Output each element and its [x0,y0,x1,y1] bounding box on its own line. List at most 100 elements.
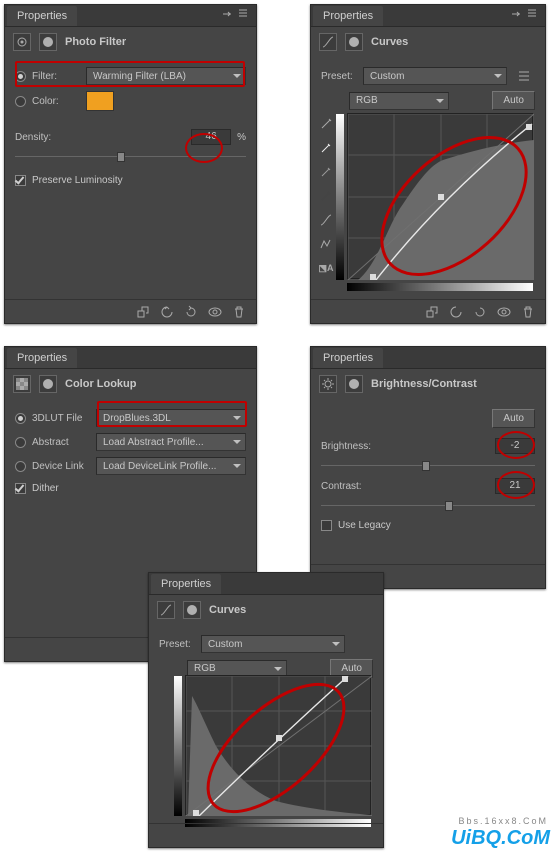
clip-display-icon[interactable]: ⬔A [317,259,335,277]
panel-menu-icon[interactable] [347,577,361,589]
abstract-label: Abstract [32,437,90,448]
sample-gray-icon[interactable] [155,725,173,743]
visibility-icon[interactable] [204,303,226,321]
layer-mask-icon[interactable] [345,33,363,51]
layer-mask-icon[interactable] [39,375,57,393]
curves-icon [319,33,337,51]
preset-dropdown[interactable]: Custom [363,67,507,85]
sample-white-icon[interactable] [317,139,335,157]
visibility-icon[interactable] [493,303,515,321]
curves-graph[interactable] [347,113,533,279]
tabbar: Properties [5,347,256,369]
visibility-icon[interactable] [331,827,353,845]
abstract-radio[interactable] [15,437,26,448]
output-gradient [336,114,344,280]
tabbar: Properties [311,5,545,27]
prev-state-icon[interactable] [445,303,467,321]
panel-title: Curves [371,36,408,48]
legacy-label: Use Legacy [338,520,391,531]
device-radio[interactable] [15,461,26,472]
prev-state-icon[interactable] [445,568,467,586]
density-label: Density: [15,132,63,143]
sample-black-icon[interactable] [317,187,335,205]
tab-properties[interactable]: Properties [313,6,383,26]
reset-icon[interactable] [180,303,202,321]
reset-icon[interactable] [307,827,329,845]
tab-properties[interactable]: Properties [7,6,77,26]
curves-graph[interactable] [185,675,371,815]
tab-properties[interactable]: Properties [313,348,383,368]
auto-button[interactable]: Auto [492,409,535,428]
filter-radio[interactable] [15,71,26,82]
edit-points-icon[interactable] [317,211,335,229]
channel-dropdown[interactable]: RGB [349,92,449,110]
color-radio[interactable] [15,96,26,107]
watermark: UiBQ.CoM [451,827,550,850]
preset-label: Preset: [159,639,195,650]
input-gradient [347,283,533,291]
layer-mask-icon[interactable] [183,601,201,619]
collapse-icon[interactable] [238,9,252,21]
clip-icon[interactable] [421,568,443,586]
brightness-value[interactable]: -2 [495,438,535,454]
lut-label: 3DLUT File [32,413,90,424]
clip-icon[interactable] [259,827,281,845]
preserve-luminosity-checkbox[interactable] [15,175,26,186]
panel-menu-icon[interactable] [509,351,523,363]
device-dropdown[interactable]: Load DeviceLink Profile... [96,457,246,475]
contrast-slider[interactable] [321,500,535,512]
preset-label: Preset: [321,71,357,82]
panel-menu-icon[interactable] [220,9,234,21]
contrast-value[interactable]: 21 [495,478,535,494]
prev-state-icon[interactable] [156,303,178,321]
draw-curve-icon[interactable] [317,235,335,253]
brightness-label: Brightness: [321,441,381,452]
sample-white-icon[interactable] [155,701,173,719]
reset-icon[interactable] [469,303,491,321]
preset-menu-icon[interactable] [351,635,373,653]
preserve-luminosity-label: Preserve Luminosity [32,175,123,186]
layer-mask-icon[interactable] [39,33,57,51]
sample-black-icon[interactable] [155,749,173,767]
dither-checkbox[interactable] [15,483,26,494]
trash-icon[interactable] [228,303,250,321]
density-slider[interactable] [15,151,246,163]
draw-curve-icon[interactable] [155,797,173,815]
target-adjust-icon[interactable] [155,677,173,695]
color-swatch[interactable] [86,91,114,111]
collapse-icon[interactable] [238,351,252,363]
tab-properties[interactable]: Properties [151,574,221,594]
watermark-small: Bbs.16xx8.CoM [458,816,548,826]
trash-icon[interactable] [355,827,377,845]
trash-icon[interactable] [517,568,539,586]
lut-dropdown[interactable]: DropBlues.3DL [96,409,246,427]
panel-menu-icon[interactable] [220,351,234,363]
preset-dropdown[interactable]: Custom [201,635,345,653]
panel-menu-icon[interactable] [509,9,523,21]
trash-icon[interactable] [517,303,539,321]
preset-menu-icon[interactable] [513,67,535,85]
lut-radio[interactable] [15,413,26,424]
target-adjust-icon[interactable] [317,115,335,133]
clip-icon[interactable] [421,303,443,321]
layer-mask-icon[interactable] [345,375,363,393]
visibility-icon[interactable] [493,568,515,586]
auto-button[interactable]: Auto [492,91,535,110]
filter-dropdown[interactable]: Warming Filter (LBA) [86,67,246,85]
collapse-icon[interactable] [527,9,541,21]
clip-icon[interactable] [132,303,154,321]
legacy-checkbox[interactable] [321,520,332,531]
sample-gray-icon[interactable] [317,163,335,181]
collapse-icon[interactable] [365,577,379,589]
density-value[interactable]: 46 [191,129,231,145]
density-unit: % [237,132,246,143]
prev-state-icon[interactable] [283,827,305,845]
reset-icon[interactable] [469,568,491,586]
brightness-slider[interactable] [321,460,535,472]
contrast-label: Contrast: [321,481,381,492]
panel-header: Curves [149,595,383,625]
edit-points-icon[interactable] [155,773,173,791]
collapse-icon[interactable] [527,351,541,363]
abstract-dropdown[interactable]: Load Abstract Profile... [96,433,246,451]
tab-properties[interactable]: Properties [7,348,77,368]
